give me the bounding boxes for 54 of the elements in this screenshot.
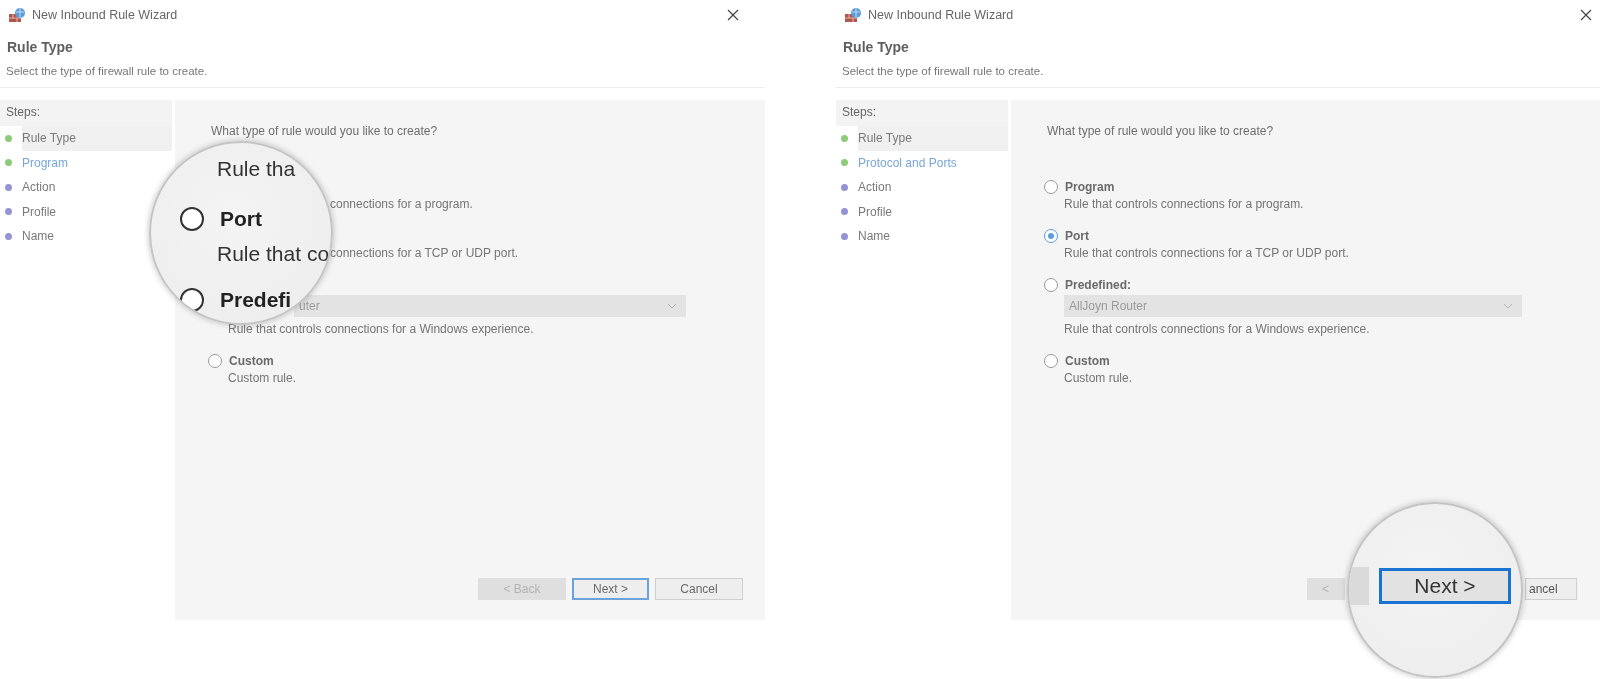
option-label: Predefined: [1065, 278, 1131, 292]
radio-button[interactable] [1044, 354, 1058, 368]
option-description: Rule that controls connections for a program. [1064, 197, 1304, 211]
radio-button[interactable] [180, 288, 204, 312]
page-subtitle: Select the type of firewall rule to create. [836, 59, 1600, 88]
option-label: Custom [1065, 354, 1110, 368]
question-text: What type of rule would you like to create? [1047, 124, 1275, 140]
question-text: What type of rule would you like to create? [211, 124, 439, 140]
close-icon [1580, 9, 1592, 21]
steps-heading: Steps: [0, 100, 172, 126]
option-description: Custom rule. [1064, 371, 1133, 385]
radio-button[interactable] [180, 207, 204, 231]
magnified-text: Rule that co [217, 242, 330, 266]
option-description: Custom rule. [228, 371, 297, 385]
window-title: New Inbound Rule Wizard [32, 8, 178, 22]
wizard-button[interactable]: ancel [1525, 578, 1577, 600]
option-label: Custom [229, 354, 274, 368]
wall-globe-icon [8, 7, 26, 23]
step-label[interactable]: Action [858, 175, 892, 200]
step-label[interactable]: Action [22, 175, 56, 200]
page-subtitle: Select the type of firewall rule to create. [0, 59, 765, 88]
step-label[interactable]: Protocol and Ports [858, 150, 957, 175]
option-description: connections for a program. [330, 197, 473, 211]
step-label[interactable]: Rule Type [858, 126, 1008, 151]
option-description: Rule that controls connections for a Windows experience. [1064, 322, 1370, 336]
wizard-button[interactable]: Next > [572, 578, 649, 600]
radio-button[interactable] [1044, 229, 1058, 243]
step-label[interactable]: Profile [858, 199, 892, 224]
option-label: Program [1065, 180, 1115, 194]
option-label: Predefi [220, 288, 292, 312]
option-description: Rule that controls connections for a TCP or UDP port. [1064, 246, 1349, 260]
step-label[interactable]: Profile [22, 199, 56, 224]
window-title: New Inbound Rule Wizard [868, 8, 1014, 22]
chevron-icon [667, 303, 677, 309]
option-description: Rule that controls connections for a Windows experience. [228, 322, 534, 336]
step-label[interactable]: Name [22, 224, 54, 249]
step-label[interactable]: Name [858, 224, 890, 249]
option-description: connections for a TCP or UDP port. [330, 246, 519, 260]
radio-button[interactable] [208, 354, 222, 368]
option-label: Port [220, 207, 262, 231]
wall-globe-icon [844, 7, 862, 23]
next-button[interactable]: Next > [1379, 568, 1511, 604]
wizard-button[interactable]: Cancel [655, 578, 743, 600]
chevron-icon [1503, 303, 1513, 309]
page-title: Rule Type [6, 38, 74, 57]
magnified-text: Rule tha [217, 157, 297, 181]
step-label[interactable]: Program [22, 150, 68, 175]
radio-button[interactable] [1044, 180, 1058, 194]
radio-button[interactable] [1044, 278, 1058, 292]
steps-heading: Steps: [836, 100, 1008, 126]
close-icon [727, 9, 739, 21]
page-title: Rule Type [842, 38, 910, 57]
option-label: Port [1065, 229, 1089, 243]
step-label[interactable]: Rule Type [22, 126, 172, 151]
